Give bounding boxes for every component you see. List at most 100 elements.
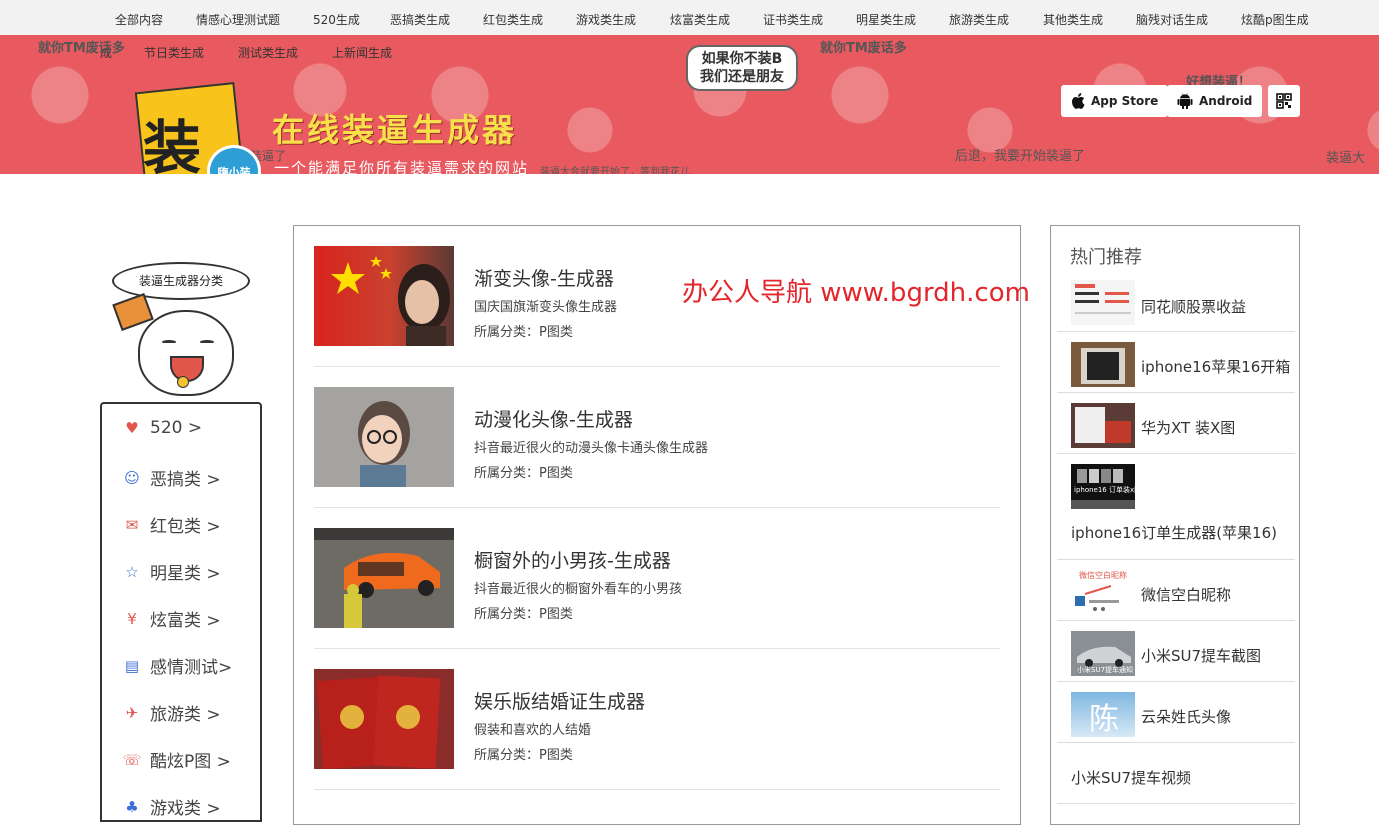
generator-category: 所属分类：P图类 [474, 466, 573, 481]
hot-item[interactable]: 小米SU7提车视频 [1057, 743, 1295, 804]
category-label: 感情测试> [150, 658, 233, 678]
nav-other[interactable]: 其他类生成 [1043, 11, 1103, 28]
generator-desc: 假装和喜欢的人结婚 [474, 723, 592, 738]
hot-item[interactable]: 陈 云朵姓氏头像 [1057, 682, 1295, 743]
hot-item[interactable]: 小米SU7提车通知 小米SU7提车截图 [1057, 621, 1295, 682]
hot-label[interactable]: 微信空白昵称 [1141, 584, 1231, 605]
hot-thumb-text: 小米SU7提车通知 [1077, 666, 1134, 674]
hot-thumb-text: 微信空白昵称 [1079, 571, 1127, 580]
category-panel: ♥ 520 > ☺ 恶搞类 > ✉ 红包类 > ☆ 明星类 > ¥ 炫富类 > … [100, 402, 262, 822]
site-subtitle: 一个能满足你所有装逼需求的网站 [274, 159, 530, 174]
generator-thumbnail [314, 528, 454, 628]
generator-category: 所属分类：P图类 [474, 748, 573, 763]
nav-redpacket[interactable]: 红包类生成 [483, 11, 543, 28]
generator-item[interactable]: 娱乐版结婚证生成器 假装和喜欢的人结婚 所属分类：P图类 [314, 649, 1000, 790]
meme-text: 装逼大 [1326, 151, 1366, 166]
category-item-travel[interactable]: ✈ 旅游类 > [122, 700, 221, 726]
meme-bubble: 如果你不装B 我们还是朋友 [686, 45, 798, 91]
hot-thumbnail [1071, 280, 1135, 325]
nav-rich[interactable]: 炫富类生成 [670, 11, 730, 28]
nav-cool-p[interactable]: 炫酷p图生成 [1241, 11, 1309, 28]
nav-520[interactable]: 520生成 [313, 11, 360, 28]
generator-item[interactable]: 橱窗外的小男孩-生成器 抖音最近很火的橱窗外看车的小男孩 所属分类：P图类 [314, 508, 1000, 649]
hot-item[interactable]: iphone16苹果16开箱 [1057, 332, 1295, 393]
watermark: 办公人导航 www.bgrdh.com [682, 278, 1030, 308]
meme-text: 就你TM废话多 [38, 41, 125, 56]
red-envelope-icon: ✉ [125, 515, 139, 534]
nav-psych-test[interactable]: 情感心理测试题 [196, 11, 280, 28]
hot-thumb-text: iphone16 订单装x图 [1074, 486, 1135, 494]
category-label: 炫富类 > [150, 611, 221, 631]
category-item-celebrity[interactable]: ☆ 明星类 > [122, 559, 220, 585]
meme-text: 装逼大会就要开始了，等到我花儿都谢了 [540, 167, 690, 174]
generator-list: 渐变头像-生成器 国庆国旗渐变头像生成器 所属分类：P图类 动漫化头像-生成器 … [293, 225, 1021, 825]
hot-thumbnail: 陈 [1071, 692, 1135, 737]
category-item-emotion-test[interactable]: ▤ 感情测试> [122, 653, 233, 679]
hot-label[interactable]: iphone16订单生成器(苹果16) [1071, 522, 1277, 543]
generator-category: 所属分类：P图类 [474, 607, 573, 622]
category-item-funny[interactable]: ☺ 恶搞类 > [122, 465, 220, 491]
money-icon: ¥ [127, 609, 137, 628]
app-store-button[interactable]: App Store [1061, 85, 1169, 117]
generator-thumbnail [314, 669, 454, 769]
category-item-cool-p[interactable]: ☏ 酷炫P图 > [122, 747, 231, 773]
hot-thumbnail [1071, 403, 1135, 448]
nav-news[interactable]: 上新闻生成 [332, 44, 392, 61]
nav-game[interactable]: 游戏类生成 [576, 11, 636, 28]
meme-text: 后退，我要开始装逼了 [955, 149, 1086, 164]
hot-item[interactable]: 同花顺股票收益 [1057, 274, 1295, 332]
hot-label[interactable]: 云朵姓氏头像 [1141, 706, 1231, 727]
hot-item[interactable]: iphone16 订单装x图 iphone16订单生成器(苹果16) [1057, 454, 1295, 560]
nav-all[interactable]: 全部内容 [115, 11, 163, 28]
generator-thumbnail [314, 387, 454, 487]
generator-desc: 抖音最近很火的动漫头像卡通头像生成器 [474, 441, 709, 456]
qr-code-icon [1276, 93, 1292, 109]
game-icon: ♣ [125, 797, 139, 816]
hot-label[interactable]: 小米SU7提车视频 [1071, 767, 1191, 788]
hot-item[interactable]: 微信空白昵称 微信空白昵称 [1057, 560, 1295, 621]
generator-title[interactable]: 动漫化头像-生成器 [474, 405, 633, 432]
mascot-eye [162, 340, 176, 344]
top-nav: 全部内容 情感心理测试题 520生成 恶搞类生成 红包类生成 游戏类生成 炫富类… [0, 0, 1379, 35]
hot-label[interactable]: 华为XT 装X图 [1141, 417, 1235, 438]
category-item-redpacket[interactable]: ✉ 红包类 > [122, 512, 221, 538]
category-item-game[interactable]: ♣ 游戏类 > [122, 794, 221, 820]
generator-desc: 抖音最近很火的橱窗外看车的小男孩 [474, 582, 683, 597]
hot-thumb-text: 陈 [1089, 702, 1119, 737]
nav-certificate[interactable]: 证书类生成 [763, 11, 823, 28]
android-label: Android [1199, 94, 1253, 108]
apple-icon [1072, 93, 1085, 109]
category-label: 红包类 > [150, 517, 221, 537]
mascot-bell [177, 376, 189, 388]
site-title: 在线装逼生成器 [272, 111, 518, 149]
hot-label[interactable]: 小米SU7提车截图 [1141, 645, 1261, 666]
hot-label[interactable]: iphone16苹果16开箱 [1141, 356, 1290, 377]
android-icon [1177, 93, 1193, 109]
nav-celebrity[interactable]: 明星类生成 [856, 11, 916, 28]
logo-char: 装 [143, 114, 202, 174]
category-label: 酷炫P图 > [150, 752, 231, 772]
hot-item[interactable]: 华为XT 装X图 [1057, 393, 1295, 454]
generator-thumbnail [314, 246, 454, 346]
qr-code-button[interactable] [1268, 85, 1300, 117]
hot-label[interactable]: 同花顺股票收益 [1141, 296, 1246, 317]
category-label: 游戏类 > [150, 799, 221, 819]
nav-test[interactable]: 测试类生成 [238, 44, 298, 61]
android-button[interactable]: Android [1167, 85, 1263, 117]
generator-title[interactable]: 娱乐版结婚证生成器 [474, 687, 645, 714]
nav-dialog[interactable]: 脑残对话生成 [1136, 11, 1208, 28]
category-mascot: 装逼生成器分类 [102, 258, 260, 400]
category-item-520[interactable]: ♥ 520 > [122, 418, 202, 438]
funny-face-icon: ☺ [124, 468, 140, 487]
heart-icon: ♥ [125, 419, 139, 437]
generator-item[interactable]: 动漫化头像-生成器 抖音最近很火的动漫头像卡通头像生成器 所属分类：P图类 [314, 367, 1000, 508]
nav-festival[interactable]: 节日类生成 [144, 44, 204, 61]
nav-travel[interactable]: 旅游类生成 [949, 11, 1009, 28]
generator-title[interactable]: 渐变头像-生成器 [474, 264, 614, 291]
nav-funny[interactable]: 恶搞类生成 [390, 11, 450, 28]
star-icon: ☆ [125, 562, 139, 581]
generator-title[interactable]: 橱窗外的小男孩-生成器 [474, 546, 671, 573]
category-item-rich[interactable]: ¥ 炫富类 > [122, 606, 221, 632]
generator-category: 所属分类：P图类 [474, 325, 573, 340]
header-banner: 成 节日类生成 测试类生成 上新闻生成 就你TM废话多 如果你不装B 我们还是朋… [0, 35, 1379, 174]
